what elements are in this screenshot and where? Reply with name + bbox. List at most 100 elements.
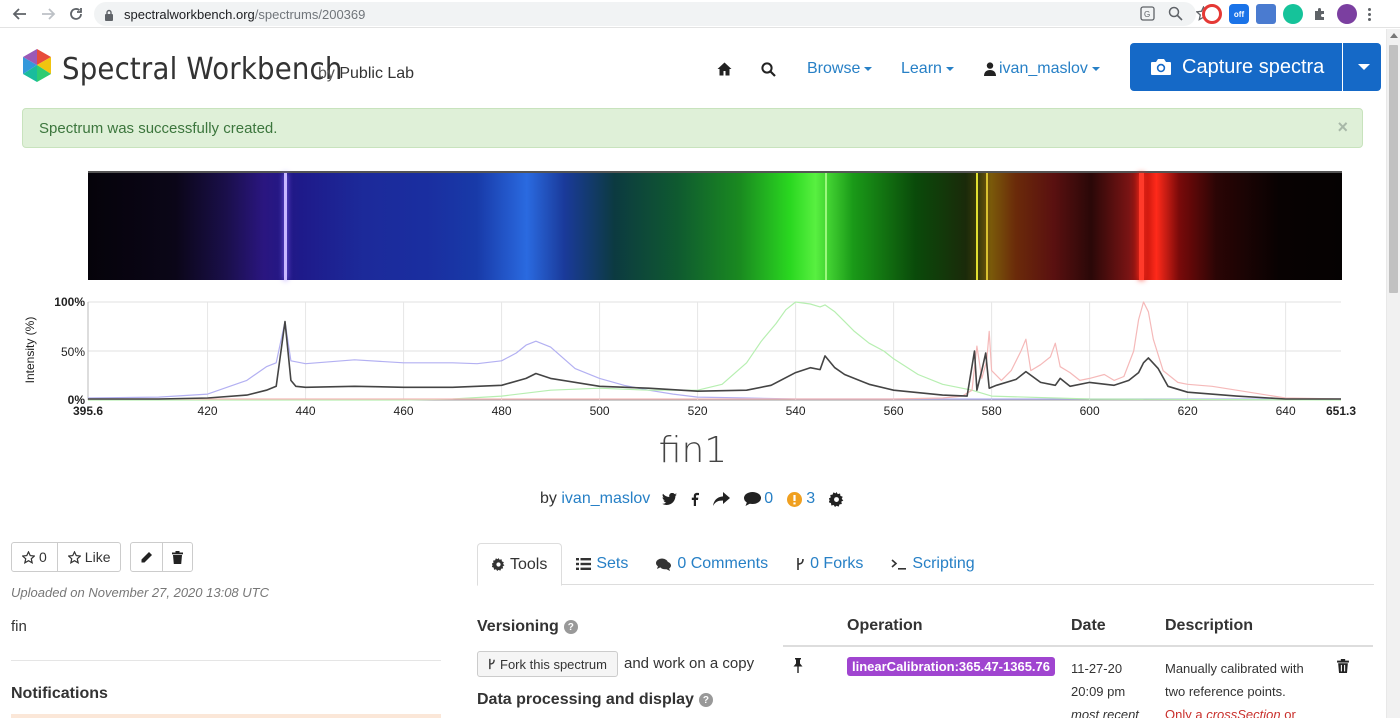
user-menu[interactable]: ivan_maslov <box>984 58 1100 80</box>
operation-date-status: most recent <box>1071 707 1139 718</box>
facebook-icon[interactable] <box>691 492 700 506</box>
home-icon[interactable] <box>717 58 732 80</box>
tab-scripting[interactable]: Scripting <box>877 543 988 585</box>
x-tick-label: 440 <box>296 404 316 418</box>
spectrum-image[interactable] <box>88 171 1342 280</box>
extension-icons: off <box>1202 4 1374 24</box>
back-icon[interactable] <box>6 0 34 28</box>
browse-label: Browse <box>807 60 861 77</box>
delete-button[interactable] <box>162 543 192 571</box>
forward-icon[interactable] <box>34 0 62 28</box>
notifications-bar <box>11 714 441 718</box>
edit-button[interactable] <box>131 543 162 571</box>
spectrum-title: fin1 <box>658 430 728 471</box>
brand-by-word: by <box>318 65 335 82</box>
browse-menu[interactable]: Browse <box>807 58 873 80</box>
fork-spectrum-button[interactable]: Fork this spectrum <box>477 651 618 677</box>
tab-sets[interactable]: Sets <box>562 543 642 585</box>
url-path: /spectrums/200369 <box>254 6 366 22</box>
divider <box>11 660 441 661</box>
share-icon[interactable] <box>713 492 731 506</box>
capture-spectra-label: Capture spectra <box>1182 55 1325 78</box>
tab-scripting-label: Scripting <box>912 555 975 572</box>
public-lab-logo-icon[interactable] <box>21 49 53 82</box>
brand-by-line[interactable]: by Public Lab <box>318 65 414 83</box>
trash-icon <box>172 550 183 564</box>
alerts-link[interactable]: 3 <box>787 490 815 508</box>
tab-tools[interactable]: Tools <box>477 543 563 586</box>
target-extension-icon[interactable] <box>1202 4 1222 24</box>
capture-dropdown-toggle[interactable] <box>1343 43 1381 91</box>
grammarly-extension-icon[interactable] <box>1283 4 1303 24</box>
user-icon <box>984 62 996 76</box>
browse-caret-icon <box>864 67 873 71</box>
x-tick-label: 460 <box>394 404 414 418</box>
search-icon[interactable] <box>761 58 776 80</box>
x-tick-label: 480 <box>492 404 512 418</box>
translate-extension-icon[interactable] <box>1256 4 1276 24</box>
svg-text:G: G <box>1144 10 1150 19</box>
fork-hint: and work on a copy <box>624 655 755 672</box>
cog-icon <box>492 558 505 571</box>
tab-forks[interactable]: 0 Forks <box>782 543 877 585</box>
help-icon[interactable]: ? <box>698 693 713 707</box>
author-link[interactable]: ivan_maslov <box>561 490 650 508</box>
gear-icon[interactable] <box>829 491 844 507</box>
tool-tabs: Tools Sets 0 Comments 0 Forks Scripting <box>477 543 1374 586</box>
alert-close-icon[interactable]: × <box>1337 117 1348 138</box>
site-brand[interactable]: Spectral Workbench <box>62 52 343 87</box>
intensity-chart[interactable]: Intensity (%) 100% 50% 0% 395.6 651.3 42… <box>0 290 1370 420</box>
lock-icon <box>104 9 114 21</box>
spectrum-description: fin <box>11 618 27 635</box>
notifications-heading: Notifications <box>11 685 108 702</box>
url-host: spectralworkbench.org <box>124 6 255 22</box>
operation-label[interactable]: linearCalibration:365.47-1365.76 <box>847 657 1055 676</box>
address-bar[interactable]: spectralworkbench.org/spectrums/200369 <box>94 2 1196 26</box>
x-tick-label: 500 <box>590 404 610 418</box>
spectrum-byline: by ivan_maslov 0 3 <box>540 489 844 509</box>
x-tick-label: 420 <box>198 404 218 418</box>
star-outline-icon <box>22 550 35 564</box>
operation-header: Operation <box>847 617 923 634</box>
versioning-label: Versioning <box>477 618 559 635</box>
page-scrollbar[interactable] <box>1386 29 1400 718</box>
warning-prefix: Only a <box>1165 707 1207 718</box>
menu-kebab-icon[interactable] <box>1364 4 1374 24</box>
twitter-icon[interactable] <box>662 492 678 506</box>
puzzle-extension-icon[interactable] <box>1310 4 1330 24</box>
help-icon[interactable]: ? <box>563 620 578 634</box>
operation-desc-line1: Manually calibrated with <box>1165 661 1304 676</box>
off-extension-icon[interactable]: off <box>1229 4 1249 24</box>
tab-forks-label: 0 Forks <box>810 555 864 572</box>
scroll-up-icon[interactable] <box>1390 33 1398 38</box>
tab-comments-label: 0 Comments <box>677 555 769 572</box>
x-tick-label: 520 <box>688 404 708 418</box>
tab-sets-label: Sets <box>596 555 629 572</box>
translate-icon[interactable]: G <box>1138 4 1156 22</box>
pin-icon[interactable] <box>792 658 804 678</box>
x-tick-label: 600 <box>1080 404 1100 418</box>
like-button[interactable]: Like <box>56 543 121 571</box>
date-header: Date <box>1071 617 1106 634</box>
zoom-icon[interactable] <box>1166 4 1184 22</box>
exclamation-circle-icon <box>787 491 803 507</box>
warning-suffix: or <box>1280 707 1296 718</box>
y-axis-label: Intensity (%) <box>23 317 37 384</box>
x-tick-label: 580 <box>982 404 1002 418</box>
reload-icon[interactable] <box>62 0 90 28</box>
learn-menu[interactable]: Learn <box>901 58 954 80</box>
profile-avatar-icon[interactable] <box>1337 4 1357 24</box>
y-tick-50: 50% <box>61 345 85 359</box>
delete-operation-icon[interactable] <box>1337 659 1349 678</box>
comments-link[interactable]: 0 <box>744 490 773 508</box>
x-tick-label: 540 <box>786 404 806 418</box>
fork-button-icon <box>488 658 496 670</box>
capture-spectra-button[interactable]: Capture spectra <box>1130 43 1342 91</box>
scroll-thumb[interactable] <box>1389 45 1398 293</box>
warning-emphasis: crossSection <box>1206 707 1281 718</box>
spectrum-line-yellow-1 <box>976 173 978 280</box>
browser-toolbar: spectralworkbench.org/spectrums/200369 G… <box>0 0 1400 28</box>
star-count-button[interactable]: 0 <box>12 543 57 571</box>
tab-comments[interactable]: 0 Comments <box>642 543 782 585</box>
address-bar-icons: G <box>1138 4 1212 22</box>
